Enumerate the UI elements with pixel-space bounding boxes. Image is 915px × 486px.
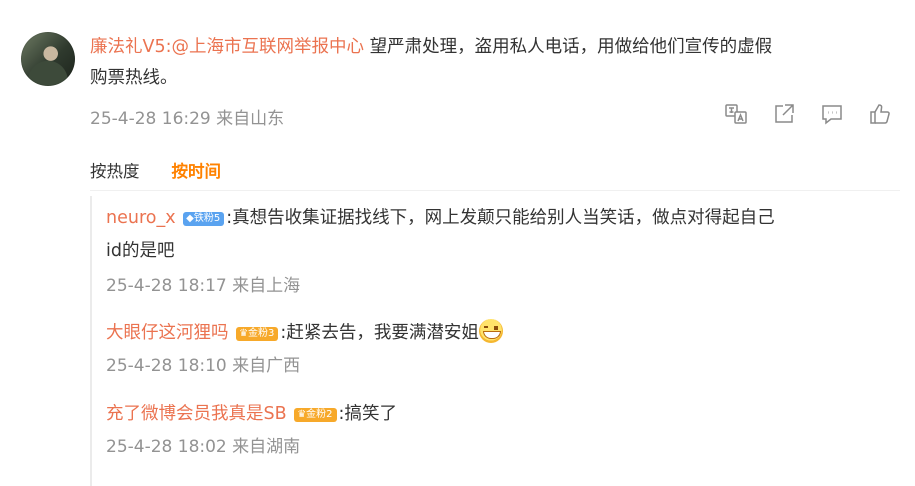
list-item: 充了微博会员我真是SB ♛金粉2:搞笑了 25-4-28 18:02 来自湖南 bbox=[106, 398, 397, 461]
sort-tabs: 按热度 按时间 bbox=[90, 158, 221, 182]
avatar[interactable] bbox=[21, 32, 75, 86]
tab-sort-by-hot[interactable]: 按热度 bbox=[90, 158, 140, 182]
divider bbox=[90, 190, 900, 191]
comment-body-continued: 购票热线。 bbox=[90, 68, 178, 88]
reply-text: :真想告收集证据找线下，网上发颠只能给别人当笑话，做点对得起自己 bbox=[226, 208, 775, 228]
comment-timestamp: 25-4-28 16:29 来自山东 bbox=[90, 109, 285, 129]
share-icon[interactable] bbox=[770, 100, 797, 127]
reply-timestamp: 25-4-28 18:17 来自上海 bbox=[106, 276, 301, 296]
reply-text: :赶紧去告，我要满潜安姐 bbox=[280, 323, 479, 343]
reply-timestamp: 25-4-28 18:02 来自湖南 bbox=[106, 437, 301, 457]
reply-username[interactable]: 大眼仔这河狸吗 bbox=[106, 323, 229, 343]
main-comment-text: 廉法礼V5:@上海市互联网举报中心 望严肃处理，盗用私人电话，用做给他们宣传的虚… bbox=[90, 32, 895, 94]
fan-badge: ◆铁粉5 bbox=[183, 212, 225, 226]
reply-timestamp: 25-4-28 18:10 来自广西 bbox=[106, 356, 301, 376]
tab-sort-by-time[interactable]: 按时间 bbox=[172, 158, 222, 182]
comment-actions bbox=[722, 100, 893, 127]
reply-username[interactable]: 充了微博会员我真是SB bbox=[106, 404, 287, 424]
like-icon[interactable] bbox=[866, 100, 893, 127]
translate-icon[interactable] bbox=[722, 100, 749, 127]
comment-body: 望严肃处理，盗用私人电话，用做给他们宣传的虚假 bbox=[364, 37, 773, 57]
fan-badge: ♛金粉2 bbox=[294, 408, 337, 422]
list-item: neuro_x ◆铁粉5:真想告收集证据找线下，网上发颠只能给别人当笑话，做点对… bbox=[106, 202, 775, 300]
reply-text: :搞笑了 bbox=[338, 404, 397, 424]
comment-icon[interactable] bbox=[818, 100, 845, 127]
reply-username[interactable]: neuro_x bbox=[106, 208, 176, 228]
reply-text-continued: id的是吧 bbox=[106, 241, 175, 261]
list-item: 大眼仔这河狸吗 ♛金粉3:赶紧去告，我要满潜安姐 25-4-28 18:10 来… bbox=[106, 317, 503, 380]
grin-emoji-icon bbox=[478, 319, 503, 343]
reply-list: neuro_x ◆铁粉5:真想告收集证据找线下，网上发颠只能给别人当笑话，做点对… bbox=[90, 196, 915, 486]
mention-link[interactable]: :@上海市互联网举报中心 bbox=[166, 37, 364, 57]
fan-badge: ♛金粉3 bbox=[236, 327, 279, 341]
comment-username[interactable]: 廉法礼V5 bbox=[90, 37, 166, 57]
